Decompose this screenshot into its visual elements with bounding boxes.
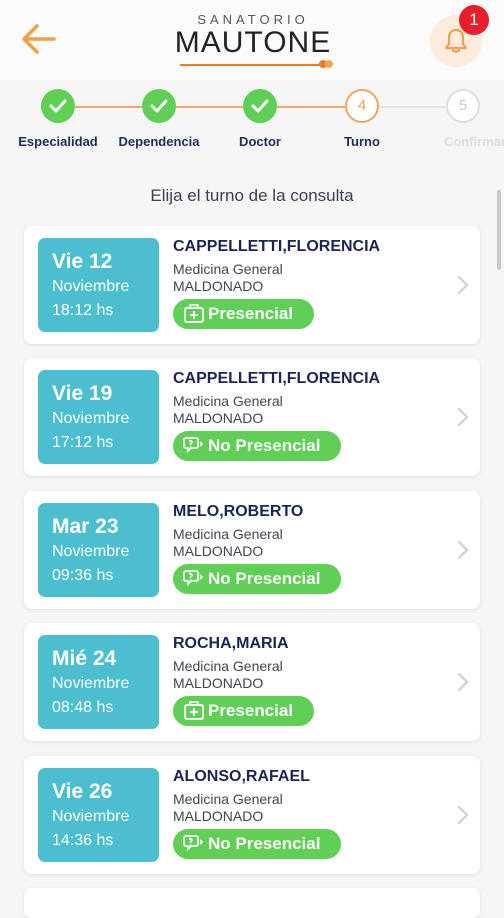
chevron-right-icon [457,805,469,825]
hospital-icon [184,304,204,323]
location: MALDONADO [173,278,264,294]
logo-title: MAUTONE [174,26,332,59]
appointment-day: Vie 26 [52,780,113,803]
phone-chat-icon [183,437,204,454]
appointment-card[interactable]: Vie 26 Noviembre 14:36 hs ALONSO,RAFAEL … [24,756,480,874]
location: MALDONADO [173,543,264,559]
phone-chat-icon [183,835,204,852]
appointment-card-partial[interactable] [24,888,480,918]
sanatorio-logo: SANATORIO MAUTONE [168,12,338,74]
step-connector [379,106,446,108]
specialty: Medicina General [173,791,283,807]
step-3-done[interactable] [243,89,277,123]
chevron-right-icon [457,672,469,692]
appointment-day: Mié 24 [52,647,117,670]
step-connector [176,106,243,108]
appointment-card[interactable]: Mié 24 Noviembre 08:48 hs ROCHA,MARIA Me… [24,623,480,741]
specialty: Medicina General [173,658,283,674]
appointment-time: 08:48 hs [52,699,114,716]
app-header: SANATORIO MAUTONE 1 [0,0,504,80]
step-2-done[interactable] [142,89,176,123]
appointment-time: 18:12 hs [52,302,114,319]
date-box: Vie 12 Noviembre 18:12 hs [38,238,159,332]
appointment-month: Noviembre [52,410,130,427]
chevron-right-icon [457,275,469,295]
check-icon [150,99,168,113]
logo-mark-icon [319,60,333,68]
appointment-card[interactable]: Vie 12 Noviembre 18:12 hs CAPPELLETTI,FL… [24,226,480,344]
mode-label: Presencial [208,304,294,323]
appointment-month: Noviembre [52,808,130,825]
appointment-day: Mar 23 [52,515,119,538]
appointment-day: Vie 19 [52,382,113,405]
step-label-confirmar: Confirmar [443,134,504,149]
appointment-time: 14:36 hs [52,832,114,849]
step-label-especialidad: Especialidad [18,134,98,149]
logo-underline [180,64,320,66]
doctor-name: CAPPELLETTI,FLORENCIA [173,238,381,255]
appointment-time: 17:12 hs [52,434,114,451]
chevron-right-icon [457,407,469,427]
doctor-name: MELO,ROBERTO [173,503,304,520]
scrollbar[interactable] [497,190,501,270]
mode-label: No Presencial [208,834,321,853]
phone-chat-icon [183,570,204,587]
date-box: Mié 24 Noviembre 08:48 hs [38,635,159,729]
appointment-card[interactable]: Vie 19 Noviembre 17:12 hs CAPPELLETTI,FL… [24,358,480,476]
page-instruction: Elija el turno de la consulta [150,186,354,205]
step-4-current[interactable]: 4 [345,89,379,123]
step-5-future: 5 [446,89,480,123]
date-box: Vie 26 Noviembre 14:36 hs [38,768,159,862]
step-connector [75,106,142,108]
mode-label: Presencial [208,701,294,720]
date-box: Mar 23 Noviembre 09:36 hs [38,503,159,597]
check-icon [49,99,67,113]
step-label-doctor: Doctor [239,134,281,149]
notification-badge: 1 [459,5,489,35]
appointment-month: Noviembre [52,543,130,560]
mode-label: No Presencial [208,436,321,455]
step-connector [277,106,345,108]
mode-badge: No Presencial [173,564,341,594]
chevron-right-icon [457,540,469,560]
step-1-done[interactable] [41,89,75,123]
doctor-name: ROCHA,MARIA [173,635,289,652]
mode-badge: Presencial [173,696,314,726]
progress-stepper: 4 5 Especialidad Dependencia Doctor Turn… [0,86,504,156]
mode-badge: Presencial [173,299,314,329]
appointment-month: Noviembre [52,278,130,295]
doctor-name: CAPPELLETTI,FLORENCIA [173,370,381,387]
location: MALDONADO [173,410,264,426]
appointment-time: 09:36 hs [52,567,114,584]
mode-badge: No Presencial [173,431,341,461]
specialty: Medicina General [173,393,283,409]
date-box: Vie 19 Noviembre 17:12 hs [38,370,159,464]
doctor-name: ALONSO,RAFAEL [173,768,310,785]
mode-label: No Presencial [208,569,321,588]
hospital-icon [184,701,204,720]
check-icon [251,99,269,113]
step-label-dependencia: Dependencia [118,134,200,149]
step-label-turno: Turno [344,134,380,149]
appointment-card[interactable]: Mar 23 Noviembre 09:36 hs MELO,ROBERTO M… [24,491,480,609]
appointment-month: Noviembre [52,675,130,692]
location: MALDONADO [173,675,264,691]
specialty: Medicina General [173,261,283,277]
logo-subtitle: SANATORIO [197,12,309,27]
mode-badge: No Presencial [173,829,341,859]
location: MALDONADO [173,808,264,824]
specialty: Medicina General [173,526,283,542]
appointment-day: Vie 12 [52,250,113,273]
back-arrow-icon[interactable] [20,22,58,56]
